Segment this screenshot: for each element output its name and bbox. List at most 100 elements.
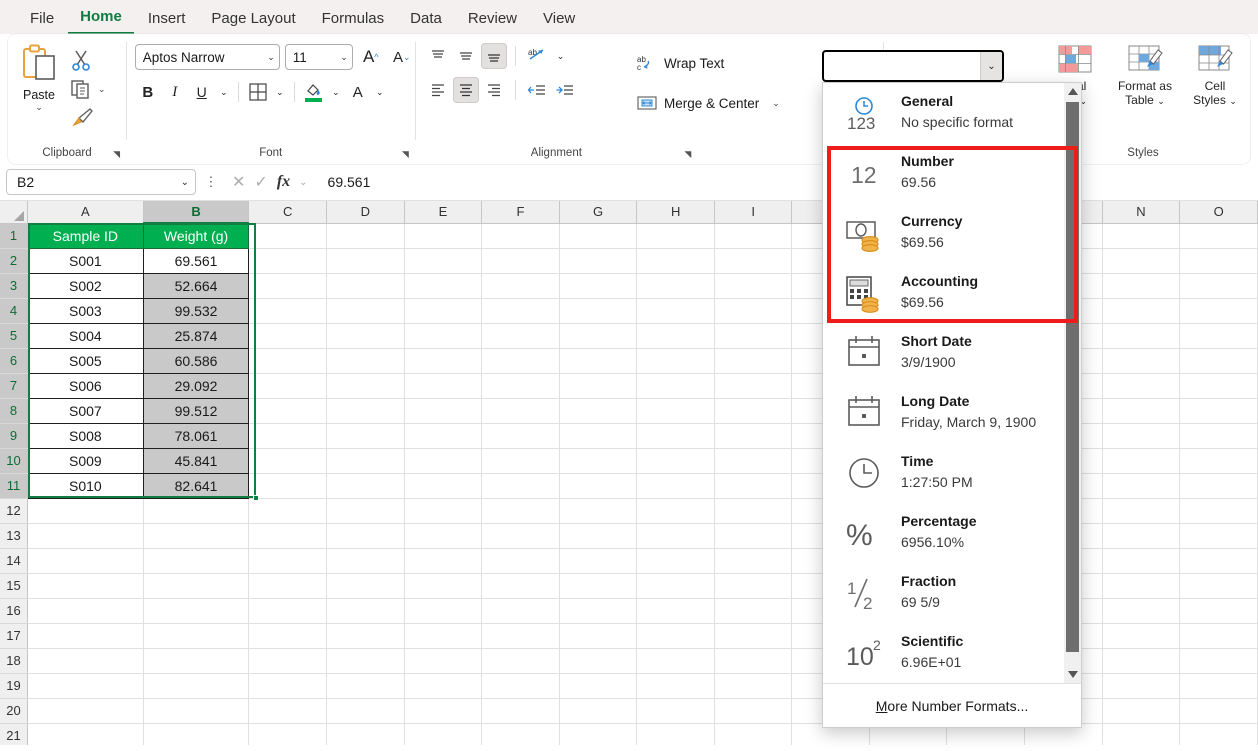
cell-N16[interactable] <box>1102 598 1180 623</box>
cell-E7[interactable] <box>404 373 482 398</box>
align-right-button[interactable] <box>481 77 507 103</box>
cell-H11[interactable] <box>637 473 715 498</box>
column-header-N[interactable]: N <box>1102 201 1180 223</box>
cell-I4[interactable] <box>714 298 791 323</box>
cell-C8[interactable] <box>249 398 327 423</box>
cell-N13[interactable] <box>1102 523 1180 548</box>
cell-A13[interactable] <box>28 523 144 548</box>
cell-I3[interactable] <box>714 273 791 298</box>
cell-E2[interactable] <box>404 248 482 273</box>
cancel-formula-icon[interactable]: ✕ <box>232 172 245 192</box>
cell-F5[interactable] <box>482 323 560 348</box>
cell-C11[interactable] <box>249 473 327 498</box>
cell-F2[interactable] <box>482 248 560 273</box>
cell-O18[interactable] <box>1180 648 1258 673</box>
cell-B20[interactable] <box>143 698 249 723</box>
cell-I16[interactable] <box>714 598 791 623</box>
cell-F16[interactable] <box>482 598 560 623</box>
number-format-combobox[interactable]: ⌄ <box>822 50 1004 82</box>
cell-F7[interactable] <box>482 373 560 398</box>
row-header-17[interactable]: 17 <box>0 623 28 648</box>
cell-B18[interactable] <box>143 648 249 673</box>
cell-H9[interactable] <box>637 423 715 448</box>
cell-C3[interactable] <box>249 273 327 298</box>
cell-E10[interactable] <box>404 448 482 473</box>
cell-C2[interactable] <box>249 248 327 273</box>
cell-O7[interactable] <box>1180 373 1258 398</box>
column-header-I[interactable]: I <box>714 201 791 223</box>
cell-H10[interactable] <box>637 448 715 473</box>
cell-F10[interactable] <box>482 448 560 473</box>
cell-N10[interactable] <box>1102 448 1180 473</box>
cell-D17[interactable] <box>327 623 405 648</box>
cell-G5[interactable] <box>559 323 637 348</box>
cell-C1[interactable] <box>249 223 327 248</box>
cell-I5[interactable] <box>714 323 791 348</box>
cell-C20[interactable] <box>249 698 327 723</box>
align-left-button[interactable] <box>425 77 451 103</box>
cell-I7[interactable] <box>714 373 791 398</box>
cell-C21[interactable] <box>249 723 327 745</box>
column-header-D[interactable]: D <box>327 201 405 223</box>
cell-A1[interactable]: Sample ID <box>28 223 144 248</box>
cell-F20[interactable] <box>482 698 560 723</box>
cell-N3[interactable] <box>1102 273 1180 298</box>
cell-F14[interactable] <box>482 548 560 573</box>
cell-G16[interactable] <box>559 598 637 623</box>
cell-A14[interactable] <box>28 548 144 573</box>
cell-I18[interactable] <box>714 648 791 673</box>
decrease-font-size-button[interactable]: A⌄ <box>389 44 415 70</box>
cell-N6[interactable] <box>1102 348 1180 373</box>
row-header-21[interactable]: 21 <box>0 723 28 745</box>
cell-A6[interactable]: S005 <box>28 348 144 373</box>
cell-D7[interactable] <box>327 373 405 398</box>
bold-button[interactable]: B <box>135 79 161 105</box>
cell-N17[interactable] <box>1102 623 1180 648</box>
cell-E4[interactable] <box>404 298 482 323</box>
cell-I17[interactable] <box>714 623 791 648</box>
cell-H3[interactable] <box>637 273 715 298</box>
cell-O21[interactable] <box>1180 723 1258 745</box>
cell-A10[interactable]: S009 <box>28 448 144 473</box>
cell-F1[interactable] <box>482 223 560 248</box>
cell-N9[interactable] <box>1102 423 1180 448</box>
cell-H12[interactable] <box>637 498 715 523</box>
cell-O17[interactable] <box>1180 623 1258 648</box>
cell-C14[interactable] <box>249 548 327 573</box>
column-header-G[interactable]: G <box>559 201 637 223</box>
cell-O20[interactable] <box>1180 698 1258 723</box>
cell-H16[interactable] <box>637 598 715 623</box>
row-header-19[interactable]: 19 <box>0 673 28 698</box>
cell-I10[interactable] <box>714 448 791 473</box>
row-header-9[interactable]: 9 <box>0 423 28 448</box>
cell-G18[interactable] <box>559 648 637 673</box>
copy-button[interactable]: ⌄ <box>70 75 126 103</box>
more-number-formats-button[interactable]: More Number Formats... <box>823 683 1081 727</box>
cell-D1[interactable] <box>327 223 405 248</box>
cell-D8[interactable] <box>327 398 405 423</box>
cell-G1[interactable] <box>559 223 637 248</box>
cell-B14[interactable] <box>143 548 249 573</box>
cell-C18[interactable] <box>249 648 327 673</box>
row-header-3[interactable]: 3 <box>0 273 28 298</box>
fill-handle[interactable] <box>253 495 259 501</box>
cell-B5[interactable]: 25.874 <box>143 323 249 348</box>
cell-E19[interactable] <box>404 673 482 698</box>
align-top-button[interactable] <box>425 43 451 69</box>
cell-F3[interactable] <box>482 273 560 298</box>
cell-C15[interactable] <box>249 573 327 598</box>
scroll-up-arrow-icon[interactable] <box>1064 83 1081 100</box>
cell-O4[interactable] <box>1180 298 1258 323</box>
increase-indent-button[interactable] <box>552 77 578 103</box>
cell-N12[interactable] <box>1102 498 1180 523</box>
cell-C10[interactable] <box>249 448 327 473</box>
row-header-12[interactable]: 12 <box>0 498 28 523</box>
cell-D14[interactable] <box>327 548 405 573</box>
fill-color-chevron-down-icon[interactable]: ⌄ <box>328 79 344 105</box>
number-format-item-accounting[interactable]: Accounting $69.56 <box>823 263 1064 323</box>
cell-G21[interactable] <box>559 723 637 745</box>
row-header-6[interactable]: 6 <box>0 348 28 373</box>
column-header-A[interactable]: A <box>28 201 144 223</box>
scrollbar-thumb[interactable] <box>1066 102 1079 652</box>
cell-O19[interactable] <box>1180 673 1258 698</box>
